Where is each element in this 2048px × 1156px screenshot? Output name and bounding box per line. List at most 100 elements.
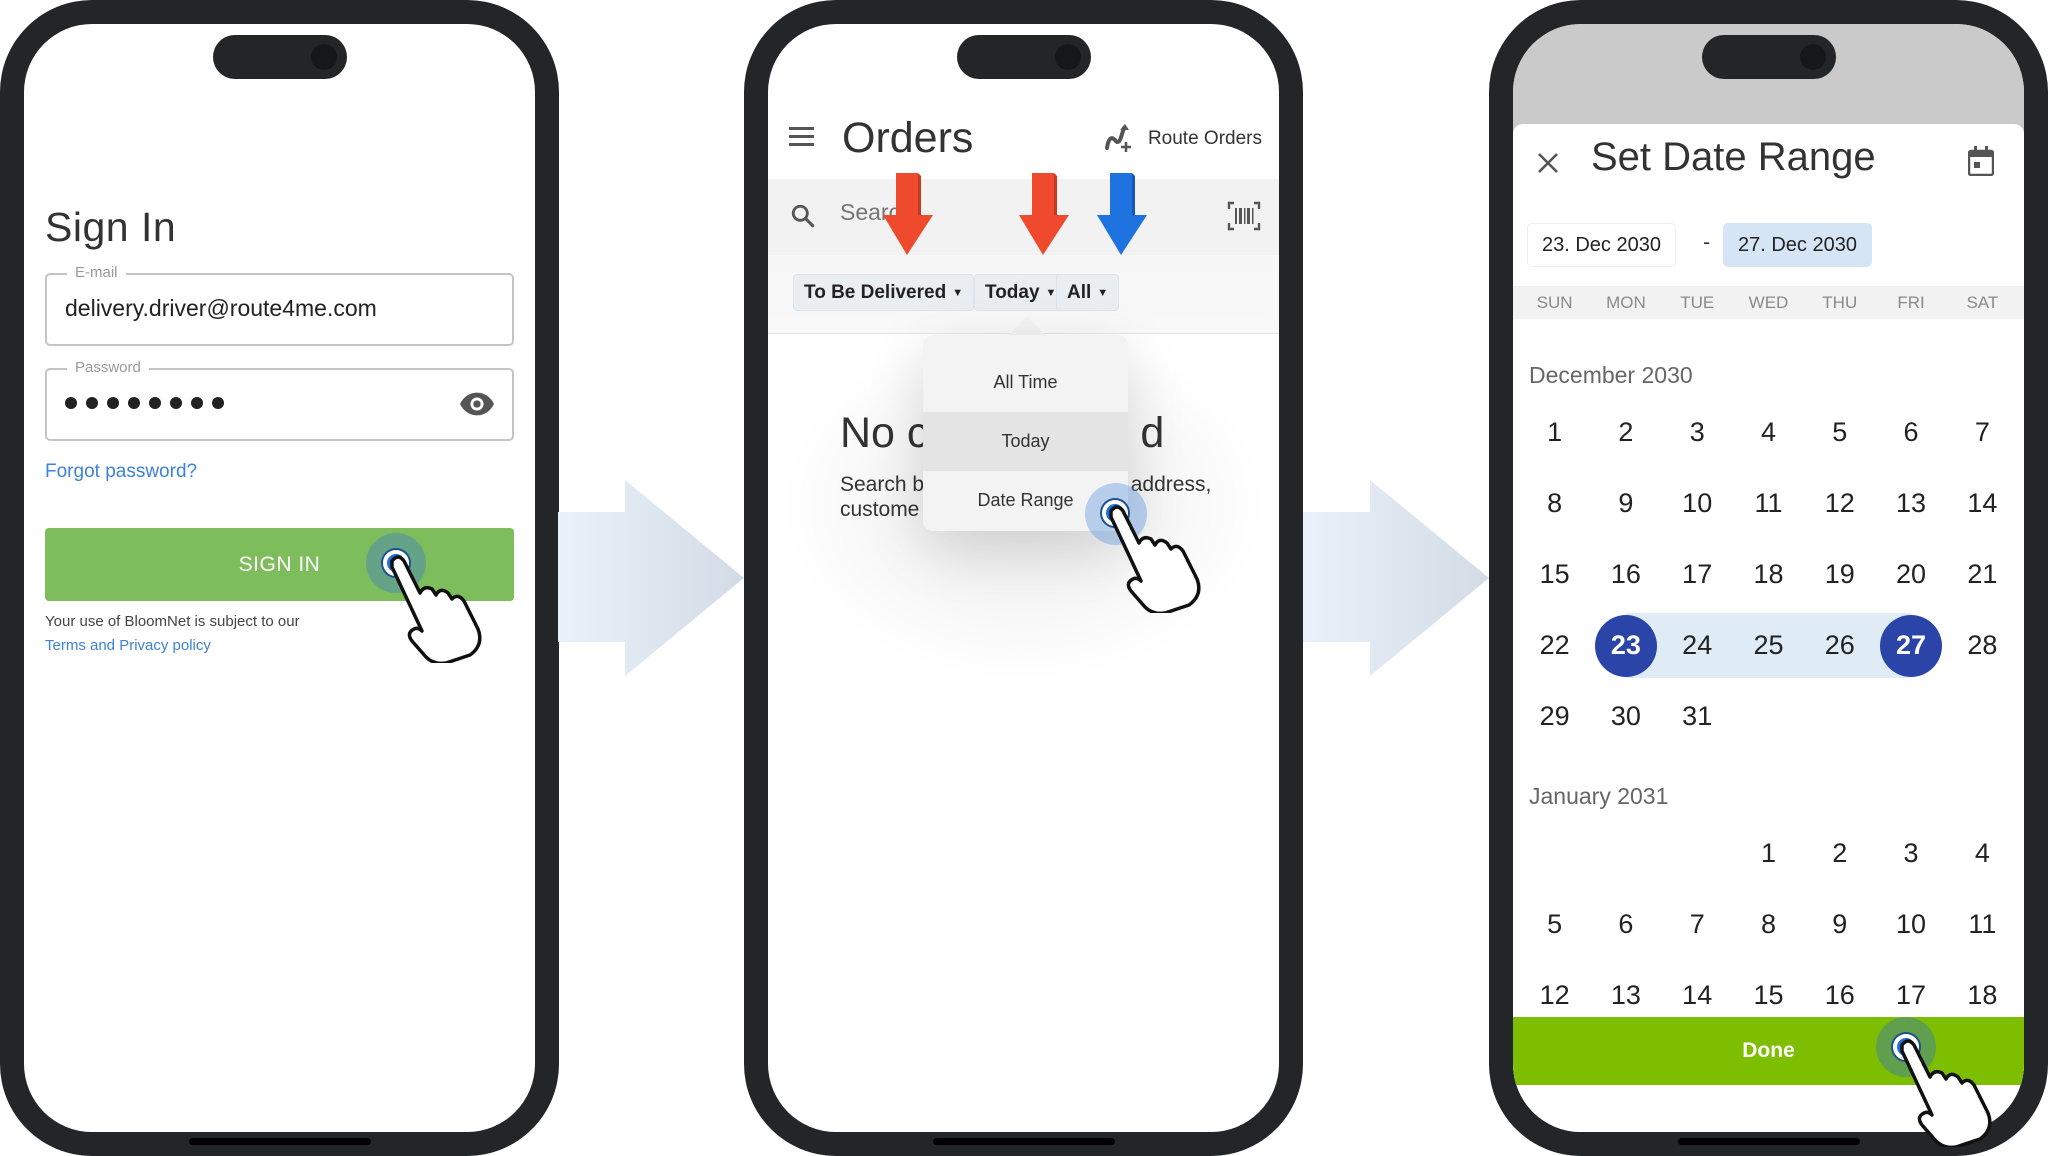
- empty-title-right: d: [1140, 409, 1165, 457]
- home-indicator: [1677, 1138, 1860, 1145]
- calendar-day[interactable]: 17: [1662, 539, 1733, 610]
- calendar-day[interactable]: 9: [1804, 889, 1875, 960]
- flow-arrow-right-icon: [1303, 480, 1489, 676]
- calendar-day[interactable]: 3: [1662, 397, 1733, 468]
- forgot-password-link[interactable]: Forgot password?: [45, 461, 197, 483]
- day-number: 22: [1539, 630, 1570, 660]
- end-date-field[interactable]: 27. Dec 2030: [1723, 223, 1872, 267]
- calendar-day[interactable]: 29: [1519, 681, 1590, 752]
- status-filter-chip[interactable]: To Be Delivered ▼: [793, 274, 975, 311]
- day-number: 14: [1967, 488, 1998, 518]
- eye-icon[interactable]: [460, 392, 494, 416]
- calendar-day[interactable]: 7: [1662, 889, 1733, 960]
- calendar-day[interactable]: 20: [1875, 539, 1946, 610]
- calendar-day[interactable]: 3: [1875, 818, 1946, 889]
- route-orders-button[interactable]: Route Orders: [1104, 124, 1262, 154]
- email-field[interactable]: E-mail delivery.driver@route4me.com: [45, 264, 514, 346]
- page-title: Sign In: [45, 204, 177, 250]
- day-number: 3: [1689, 417, 1705, 447]
- calendar-day[interactable]: 12: [1804, 468, 1875, 539]
- calendar-day[interactable]: 8: [1733, 889, 1804, 960]
- terms-notice: Your use of BloomNet is subject to our T…: [45, 610, 300, 658]
- calendar-empty-cell: [1662, 818, 1733, 889]
- day-number: 26: [1824, 630, 1855, 660]
- calendar-day[interactable]: 5: [1519, 889, 1590, 960]
- dynamic-island: [212, 35, 347, 79]
- calendar-day[interactable]: 9: [1590, 468, 1661, 539]
- password-mask[interactable]: [65, 397, 224, 409]
- calendar-day[interactable]: 5: [1804, 397, 1875, 468]
- day-number: 10: [1896, 909, 1927, 939]
- annotation-arrow-down-red-icon: [1019, 173, 1069, 255]
- calendar-day-range-start[interactable]: 23: [1590, 610, 1662, 681]
- calendar-day[interactable]: 4: [1733, 397, 1804, 468]
- calendar-day[interactable]: 11: [1733, 468, 1804, 539]
- day-number: 10: [1682, 488, 1713, 518]
- calendar-day[interactable]: 19: [1804, 539, 1875, 610]
- dropdown-option-today[interactable]: Today: [923, 412, 1128, 471]
- calendar-day[interactable]: 13: [1875, 468, 1946, 539]
- calendar-day[interactable]: 10: [1662, 468, 1733, 539]
- terms-link[interactable]: Terms and Privacy policy: [45, 634, 300, 658]
- calendar-day[interactable]: 1: [1519, 397, 1590, 468]
- barcode-icon[interactable]: [1227, 201, 1261, 231]
- calendar-icon[interactable]: [1968, 146, 1994, 176]
- calendar-day-in-range[interactable]: 24: [1661, 610, 1734, 681]
- day-number: 21: [1967, 559, 1998, 589]
- date-filter-label: Today: [985, 281, 1040, 303]
- password-dot: [170, 397, 182, 409]
- password-field[interactable]: Password: [45, 359, 514, 441]
- calendar-day[interactable]: 8: [1519, 468, 1590, 539]
- calendar-day[interactable]: 22: [1519, 610, 1590, 681]
- calendar-day[interactable]: 6: [1590, 889, 1661, 960]
- sign-in-button[interactable]: SIGN IN: [45, 528, 514, 601]
- email-label: E-mail: [67, 264, 126, 281]
- dropdown-option-all-time[interactable]: All Time: [923, 353, 1128, 412]
- password-dot: [191, 397, 203, 409]
- calendar-day[interactable]: 4: [1947, 818, 2018, 889]
- date-filter-dropdown: All Time Today Date Range: [923, 335, 1128, 531]
- weekday-label: SAT: [1966, 292, 1999, 312]
- home-indicator: [188, 1138, 371, 1145]
- calendar-day[interactable]: 15: [1519, 539, 1590, 610]
- weekday-label: TUE: [1680, 292, 1715, 312]
- calendar-day-range-end[interactable]: 27: [1875, 610, 1946, 681]
- calendar-day[interactable]: 2: [1590, 397, 1661, 468]
- calendar-day[interactable]: 21: [1947, 539, 2018, 610]
- done-button[interactable]: Done: [1513, 1017, 2024, 1085]
- calendar-day[interactable]: 30: [1590, 681, 1661, 752]
- calendar-day[interactable]: 7: [1947, 397, 2018, 468]
- day-number: 19: [1824, 559, 1855, 589]
- calendar-day[interactable]: 10: [1875, 889, 1946, 960]
- weekday-label: MON: [1606, 292, 1646, 312]
- day-number: 15: [1753, 980, 1784, 1010]
- calendar-day[interactable]: 14: [1947, 468, 2018, 539]
- hamburger-icon[interactable]: [789, 127, 814, 146]
- day-number: 1: [1760, 838, 1776, 868]
- day-number: 5: [1832, 417, 1848, 447]
- dropdown-option-date-range[interactable]: Date Range: [923, 471, 1128, 530]
- calendar-day[interactable]: 16: [1590, 539, 1661, 610]
- calendar-day[interactable]: 2: [1804, 818, 1875, 889]
- day-number: 7: [1689, 909, 1705, 939]
- caret-down-icon: ▼: [952, 286, 964, 299]
- home-indicator: [932, 1138, 1115, 1145]
- calendar-day[interactable]: 18: [1733, 539, 1804, 610]
- password-label: Password: [67, 359, 149, 376]
- type-filter-chip[interactable]: All ▼: [1056, 274, 1120, 311]
- calendar-day-in-range[interactable]: 26: [1804, 610, 1876, 681]
- password-dot: [149, 397, 161, 409]
- calendar-day[interactable]: 11: [1947, 889, 2018, 960]
- calendar-day[interactable]: 31: [1662, 681, 1733, 752]
- day-number: 17: [1896, 980, 1927, 1010]
- calendar-day[interactable]: 28: [1947, 610, 2018, 681]
- email-value[interactable]: delivery.driver@route4me.com: [65, 295, 377, 322]
- calendar-day-in-range[interactable]: 25: [1732, 610, 1805, 681]
- close-icon[interactable]: [1537, 152, 1559, 174]
- calendar-day[interactable]: 6: [1875, 397, 1946, 468]
- start-date-field[interactable]: 23. Dec 2030: [1527, 223, 1676, 267]
- day-number: 29: [1539, 701, 1570, 731]
- date-filter-chip[interactable]: Today ▼: [974, 274, 1068, 311]
- calendar-day[interactable]: 1: [1733, 818, 1804, 889]
- calendar-empty-cell: [1519, 818, 1590, 889]
